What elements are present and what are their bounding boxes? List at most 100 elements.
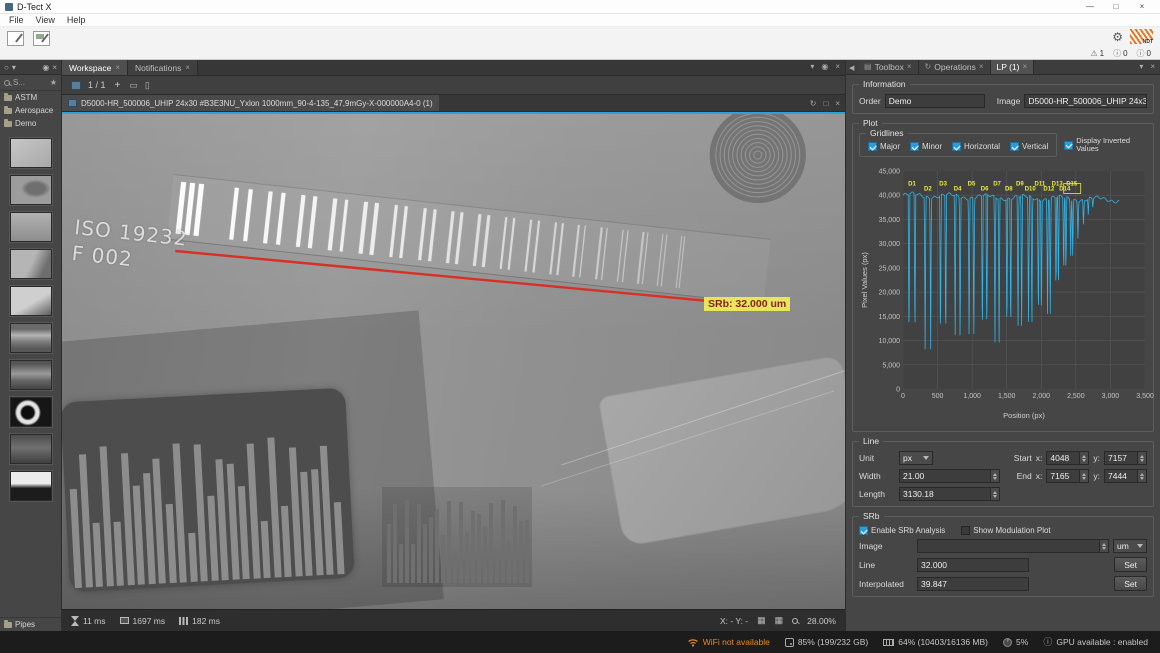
srb-interpolated-set-button[interactable]: Set: [1114, 576, 1147, 591]
length-input[interactable]: 3130.18: [899, 487, 991, 501]
image-viewer[interactable]: ISO 19232 F 002 SRb: 32.000 um: [62, 112, 845, 609]
checkbox-horizontal[interactable]: Horizontal: [952, 142, 1000, 151]
svg-text:15,000: 15,000: [879, 314, 901, 321]
image-close-icon[interactable]: ×: [835, 99, 840, 108]
checkbox-enable-srb-analysis[interactable]: Enable SRb Analysis: [859, 526, 945, 535]
end-x-input[interactable]: 7165: [1046, 469, 1080, 483]
thumbnail-7[interactable]: [10, 360, 52, 390]
tab-close-icon[interactable]: ×: [115, 64, 120, 72]
search-input[interactable]: S...: [13, 78, 25, 87]
search-icon: [4, 80, 10, 86]
spinner[interactable]: [991, 487, 1000, 501]
menu-item-file[interactable]: File: [3, 15, 30, 25]
spinner[interactable]: [1080, 451, 1089, 465]
pin-icon[interactable]: ◉: [42, 63, 49, 72]
maximize-button[interactable]: □: [1111, 2, 1121, 11]
circle-icon[interactable]: ○: [4, 63, 9, 72]
info-badge[interactable]: ⓘ 0: [1113, 49, 1127, 58]
search-row[interactable]: S... ★: [0, 75, 61, 91]
close-button[interactable]: ×: [1137, 2, 1147, 11]
unit-select[interactable]: px: [899, 451, 933, 465]
spinner[interactable]: [991, 469, 1000, 483]
srb-unit-select[interactable]: um: [1113, 539, 1147, 553]
spinner[interactable]: [1080, 469, 1089, 483]
rp-tabs: ▤Toolbox×↻Operations×LP (1)×: [858, 60, 1034, 74]
tab-toolbox[interactable]: ▤Toolbox×: [858, 60, 919, 74]
grid-view-icon-2[interactable]: ▦: [775, 616, 784, 625]
image-tab[interactable]: D5000-HR_500006_UHIP 24x30 #B3E3NU_Yxlon…: [62, 95, 439, 111]
width-input[interactable]: 21.00: [899, 469, 991, 483]
thumbnail-9[interactable]: [10, 434, 52, 464]
gpu-info-icon: ⓘ: [1043, 638, 1052, 647]
image-name-value: D5000-HR_500006_UHIP 24x30 #B: [1028, 96, 1147, 106]
wifi-status: WiFi not available: [687, 637, 770, 647]
tab-close-icon[interactable]: ×: [1023, 63, 1028, 71]
tab-close-icon[interactable]: ×: [907, 63, 912, 71]
tab-notifications[interactable]: Notifications×: [128, 60, 198, 75]
checkbox-major[interactable]: Major: [868, 142, 900, 151]
messages-badge[interactable]: ⓘ 0: [1137, 49, 1151, 58]
spinner[interactable]: [1138, 451, 1147, 465]
minimize-button[interactable]: —: [1085, 2, 1095, 11]
tab-close-icon[interactable]: ×: [185, 64, 190, 72]
tab-operations[interactable]: ↻Operations×: [919, 60, 991, 74]
warnings-badge[interactable]: ⚠ 1: [1090, 49, 1104, 58]
folder-item-astm[interactable]: ASTM: [0, 91, 61, 104]
grid-view-icon[interactable]: ▦: [757, 616, 766, 625]
tab-workspace[interactable]: Workspace×: [62, 60, 128, 75]
tab-scroll-left-icon[interactable]: ◀: [849, 64, 854, 72]
tabbar-caret-icon[interactable]: ▾: [810, 62, 814, 71]
rp-close-icon[interactable]: ×: [1150, 62, 1155, 71]
tabbar-close-icon[interactable]: ×: [835, 62, 840, 71]
checkbox-show-modulation-plot[interactable]: Show Modulation Plot: [961, 526, 1050, 535]
checkbox-box: [952, 142, 961, 151]
order-input[interactable]: Demo: [885, 94, 985, 108]
spinner[interactable]: [1138, 469, 1147, 483]
cursor-coordinates: X: - Y: -: [720, 616, 748, 626]
tabbar-pin-icon[interactable]: ◉: [821, 62, 828, 71]
profile-chart[interactable]: 05,00010,00015,00020,00025,00030,00035,0…: [859, 163, 1147, 426]
rp-caret-icon[interactable]: ▾: [1139, 62, 1143, 71]
checkbox-vertical[interactable]: Vertical: [1010, 142, 1048, 151]
image-reload-icon[interactable]: ↻: [810, 99, 817, 108]
zoom-level[interactable]: 28.00%: [807, 616, 836, 626]
menu-item-view[interactable]: View: [30, 15, 61, 25]
checkbox-minor[interactable]: Minor: [910, 142, 942, 151]
thumbnail-4[interactable]: [10, 249, 52, 279]
layout-portrait-icon[interactable]: ▯: [145, 81, 150, 90]
checkbox-display-inverted-values[interactable]: Display Inverted Values: [1064, 137, 1147, 154]
thumbnail-6[interactable]: [10, 323, 52, 353]
start-y-input[interactable]: 7157: [1104, 451, 1138, 465]
tab-lp-1-[interactable]: LP (1)×: [991, 60, 1035, 74]
layout-single-icon[interactable]: ▭: [129, 81, 138, 90]
tab-close-icon[interactable]: ×: [979, 63, 984, 71]
folder-item-demo[interactable]: Demo: [0, 117, 61, 130]
message-info-icon: ⓘ: [1137, 50, 1145, 58]
settings-gear-icon[interactable]: ⚙: [1112, 31, 1123, 43]
image-name-input[interactable]: D5000-HR_500006_UHIP 24x30 #B: [1024, 94, 1147, 108]
edit-image-icon[interactable]: [33, 31, 50, 46]
thumbnail-3[interactable]: [10, 212, 52, 242]
folder-item-pipes[interactable]: Pipes: [0, 617, 61, 631]
start-x-input[interactable]: 4048: [1046, 451, 1080, 465]
srb-image-input[interactable]: [917, 539, 1100, 553]
folder-label: Pipes: [15, 620, 35, 629]
end-y-input[interactable]: 7444: [1104, 469, 1138, 483]
srb-line-set-button[interactable]: Set: [1114, 557, 1147, 572]
thumbnail-1[interactable]: [10, 138, 52, 168]
srb-interpolated-input[interactable]: 39.847: [917, 577, 1029, 591]
folder-item-aerospace[interactable]: Aerospace: [0, 104, 61, 117]
thumbnail-2[interactable]: [10, 175, 52, 205]
spinner[interactable]: [1100, 539, 1109, 553]
thumbnail-10[interactable]: [10, 471, 52, 501]
annotate-icon[interactable]: [7, 31, 24, 46]
thumbnail-8[interactable]: [10, 397, 52, 427]
menu-item-help[interactable]: Help: [61, 15, 92, 25]
panel-close-icon[interactable]: ×: [52, 63, 57, 72]
image-expand-icon[interactable]: □: [823, 99, 828, 108]
srb-line-input[interactable]: 32.000: [917, 558, 1029, 572]
chevron-down-icon[interactable]: ▾: [12, 63, 16, 72]
add-page-button[interactable]: +: [113, 80, 123, 91]
thumbnail-5[interactable]: [10, 286, 52, 316]
star-icon[interactable]: ★: [50, 78, 57, 87]
